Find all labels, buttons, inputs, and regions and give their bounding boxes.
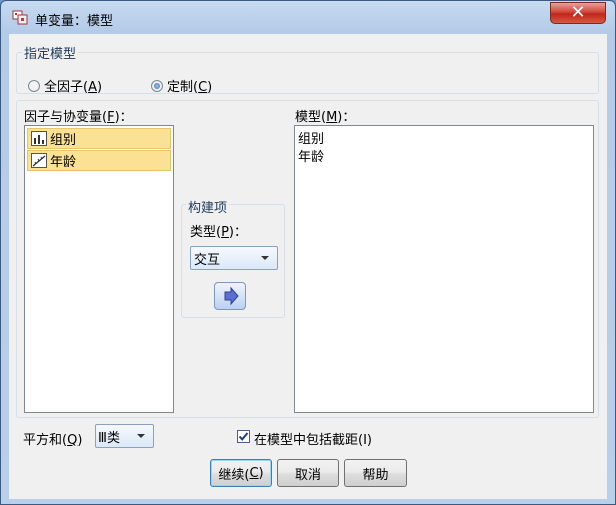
include-intercept-label: 在模型中包括截距(I)	[254, 433, 372, 448]
window-title: 单变量：模型	[35, 14, 114, 29]
full-factorial-radio-button[interactable]	[28, 79, 40, 92]
model-listbox[interactable]: 组别 年龄	[294, 125, 594, 413]
sum-of-squares-label: 平方和(Q)	[23, 433, 83, 448]
type-dropdown-value: 交互	[194, 252, 221, 268]
factor-item-label: 年龄	[50, 155, 77, 170]
move-to-model-button[interactable]	[214, 282, 246, 310]
factors-listbox[interactable]: 组别 年龄	[24, 125, 174, 413]
factor-item-group[interactable]: 组别	[27, 128, 171, 149]
specify-model-group	[16, 52, 599, 94]
cancel-button[interactable]: 取消	[277, 459, 339, 487]
type-dropdown[interactable]: 交互	[190, 246, 278, 270]
factors-label: 因子与协变量(F)：	[24, 110, 133, 125]
full-factorial-label: 全因子(A)	[44, 80, 103, 95]
custom-radio-button[interactable]	[151, 79, 163, 92]
app-icon	[12, 10, 28, 25]
continue-button[interactable]: 继续(C)	[210, 459, 272, 487]
factor-item-label: 组别	[50, 133, 77, 148]
custom-label: 定制(C)	[167, 80, 213, 95]
dialog-window: 单变量：模型 ✕ 指定模型 全因子(A) 定制(C) 因子与协变量(F)： 组别…	[0, 0, 616, 505]
arrow-right-icon	[224, 286, 239, 306]
build-term-title: 构建项	[186, 197, 230, 216]
checkmark-icon	[238, 432, 249, 441]
include-intercept-checkbox[interactable]	[237, 430, 250, 443]
sum-of-squares-dropdown[interactable]: Ⅲ类	[95, 424, 154, 448]
nominal-bar-icon	[31, 131, 47, 146]
close-icon: ✕	[570, 2, 586, 23]
factor-item-age[interactable]: 年龄	[27, 150, 171, 171]
full-factorial-radio[interactable]: 全因子(A)	[28, 76, 102, 95]
custom-radio[interactable]: 定制(C)	[151, 76, 212, 95]
chevron-down-icon	[137, 434, 145, 438]
scale-ruler-icon	[31, 153, 47, 168]
chevron-down-icon	[261, 256, 269, 260]
dialog-client: 指定模型 全因子(A) 定制(C) 因子与协变量(F)： 组别 年龄 构建项 类…	[9, 34, 607, 499]
model-term-age[interactable]: 年龄	[298, 146, 324, 165]
help-button[interactable]: 帮助	[344, 459, 407, 487]
type-label: 类型(P)：	[190, 225, 247, 240]
sum-of-squares-value: Ⅲ类	[98, 430, 120, 446]
specify-model-title: 指定模型	[22, 43, 79, 62]
close-button[interactable]: ✕	[550, 2, 606, 24]
title-bar[interactable]: 单变量：模型 ✕	[1, 1, 615, 33]
model-label: 模型(M)：	[295, 110, 356, 125]
model-term-group[interactable]: 组别	[298, 128, 324, 147]
